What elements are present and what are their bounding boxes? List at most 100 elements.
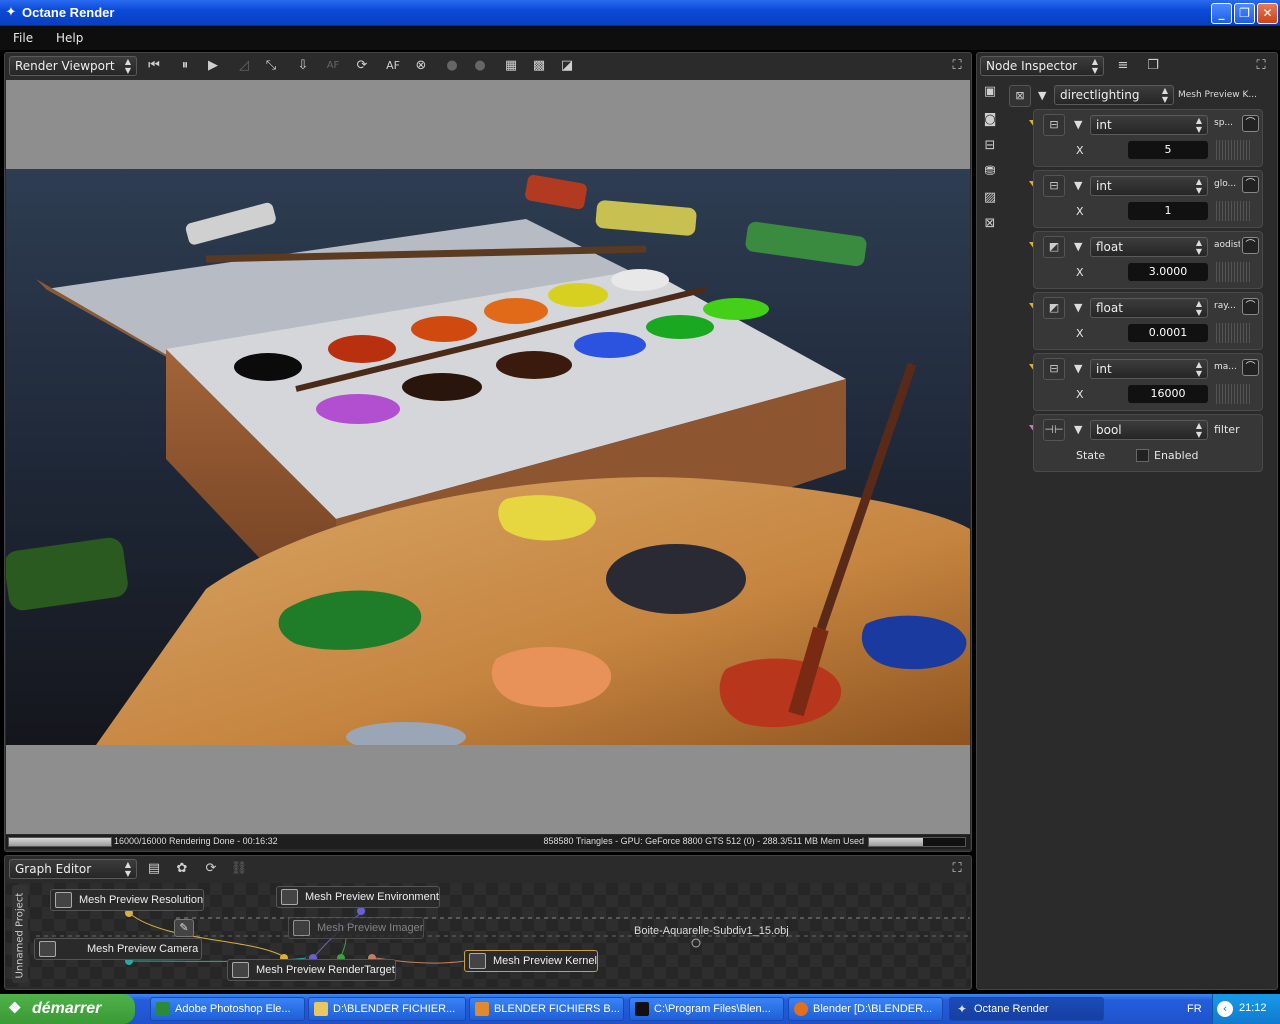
load-mesh-icon[interactable]: ▤ bbox=[144, 860, 164, 878]
pin-type-dropdown[interactable]: int ▲ ▼ bbox=[1090, 115, 1208, 135]
viewport-mode-dropdown[interactable]: Render Viewport ▲ ▼ bbox=[9, 56, 137, 76]
curve-edit-icon[interactable]: ⌒ bbox=[1242, 298, 1259, 315]
minimize-button[interactable]: _ bbox=[1211, 3, 1232, 24]
collapse-triangle-icon[interactable]: ▼ bbox=[1038, 89, 1046, 102]
paint-node-icon[interactable]: ✎ bbox=[174, 919, 194, 937]
node-environment[interactable]: Mesh Preview Environment bbox=[276, 886, 440, 908]
node-resolution-label: Mesh Preview Resolution bbox=[79, 894, 204, 906]
maximize-panel-icon[interactable]: ⛶ bbox=[947, 860, 967, 878]
graph-mode-dropdown[interactable]: Graph Editor ▲ ▼ bbox=[9, 859, 137, 879]
pin-value-field[interactable]: 16000 bbox=[1128, 385, 1208, 403]
tray-expand-icon[interactable]: ‹ bbox=[1217, 1001, 1233, 1017]
value-slider[interactable] bbox=[1216, 140, 1252, 160]
node-rendertarget[interactable]: Mesh Preview RenderTarget bbox=[227, 959, 396, 981]
octane-app-icon: ✦ bbox=[5, 5, 17, 20]
task-folder-1[interactable]: D:\BLENDER FICHIER... bbox=[308, 997, 466, 1021]
collapse-triangle-icon[interactable]: ▼ bbox=[1074, 179, 1082, 192]
pin-value-field[interactable]: 1 bbox=[1128, 202, 1208, 220]
collapse-triangle-icon[interactable]: ▼ bbox=[1074, 301, 1082, 314]
autofocus-off-icon[interactable]: AF bbox=[323, 57, 343, 75]
camera-icon[interactable]: ◙ bbox=[980, 111, 1000, 129]
imager-icon[interactable]: ▣ bbox=[980, 83, 1000, 101]
collapse-triangle-icon[interactable]: ▼ bbox=[1074, 362, 1082, 375]
window-stack-icon[interactable]: ❐ bbox=[1143, 57, 1163, 75]
paint-node-icon[interactable]: ✿ bbox=[172, 860, 192, 878]
sphere-icon-2[interactable]: ● bbox=[470, 57, 490, 75]
updown-arrows-icon: ▲ ▼ bbox=[124, 860, 131, 878]
kernel-type-dropdown[interactable]: directlighting ▲ ▼ bbox=[1054, 85, 1174, 105]
task-octane[interactable]: ✦ Octane Render bbox=[949, 997, 1104, 1021]
restart-render-icon[interactable]: ⏮ bbox=[144, 57, 164, 75]
pin-box: ⊟ ▼ int ▲ ▼ glo... ⌒ X 1 bbox=[1033, 170, 1263, 228]
menu-file[interactable]: File bbox=[13, 31, 33, 45]
grid-quarter-icon[interactable]: ◪ bbox=[557, 57, 577, 75]
enabled-checkbox[interactable] bbox=[1136, 449, 1149, 462]
node-camera[interactable]: Mesh Preview Camera bbox=[34, 938, 202, 960]
graph-canvas[interactable]: Unnamed Project Mesh Preview Resolution … bbox=[6, 883, 970, 987]
collapse-triangle-icon[interactable]: ▼ bbox=[1074, 118, 1082, 131]
pin-type-icon: ⊟ bbox=[1043, 175, 1065, 197]
collapse-all-icon[interactable]: ≡ bbox=[1113, 57, 1133, 75]
task-cmd[interactable]: C:\Program Files\Blen... bbox=[629, 997, 784, 1021]
export-image-icon[interactable]: ⇩ bbox=[293, 57, 313, 75]
maximize-button[interactable]: ❐ bbox=[1234, 3, 1255, 24]
checker-icon[interactable]: ▩ bbox=[529, 57, 549, 75]
start-button[interactable]: ❖ démarrer bbox=[0, 994, 135, 1024]
kernel-node-icon[interactable]: ⊠ bbox=[1009, 85, 1031, 107]
curve-edit-icon[interactable]: ⌒ bbox=[1242, 237, 1259, 254]
refresh-graph-icon[interactable]: ⟳ bbox=[201, 860, 221, 878]
pin-value-label: X bbox=[1076, 205, 1084, 218]
ruler-icon[interactable]: ◿ bbox=[234, 57, 254, 75]
kernel-node-name: Mesh Preview K... bbox=[1178, 90, 1257, 100]
stereo-glasses-icon[interactable]: ⊗ bbox=[411, 57, 431, 75]
pin-value-field[interactable]: 3.0000 bbox=[1128, 263, 1208, 281]
kernel-icon bbox=[469, 953, 486, 969]
pin-value-field[interactable]: 0.0001 bbox=[1128, 324, 1208, 342]
value-slider[interactable] bbox=[1216, 384, 1252, 404]
link-node-icon[interactable]: ⛓ bbox=[229, 860, 249, 878]
pin-name: ma... bbox=[1214, 362, 1237, 372]
mesh-node-label[interactable]: Boite-Aquarelle-Subdiv1_15.obj bbox=[634, 925, 789, 937]
pin-type-dropdown[interactable]: float ▲ ▼ bbox=[1090, 298, 1208, 318]
fit-zoom-icon[interactable]: ⤡ bbox=[261, 57, 281, 75]
collapse-triangle-icon[interactable]: ▼ bbox=[1074, 240, 1082, 253]
language-indicator[interactable]: FR bbox=[1187, 1003, 1202, 1015]
collapse-triangle-icon[interactable]: ▼ bbox=[1074, 423, 1082, 436]
close-button[interactable]: ✕ bbox=[1257, 3, 1278, 24]
play-render-icon[interactable]: ▶ bbox=[203, 57, 223, 75]
inspector-mode-dropdown[interactable]: Node Inspector ▲ ▼ bbox=[980, 56, 1104, 76]
pause-render-icon[interactable]: ⏸ bbox=[175, 57, 195, 75]
value-slider[interactable] bbox=[1216, 262, 1252, 282]
environment-icon[interactable]: ⛃ bbox=[980, 163, 1000, 181]
node-kernel[interactable]: Mesh Preview Kernel bbox=[464, 950, 598, 972]
rendertarget-icon[interactable]: ▨ bbox=[980, 189, 1000, 207]
node-imager[interactable]: Mesh Preview Imager bbox=[288, 917, 425, 939]
value-slider[interactable] bbox=[1216, 201, 1252, 221]
task-blender[interactable]: Blender [D:\BLENDER... bbox=[788, 997, 943, 1021]
pin-type-dropdown[interactable]: int ▲ ▼ bbox=[1090, 176, 1208, 196]
sphere-icon-1[interactable]: ● bbox=[442, 57, 462, 75]
curve-edit-icon[interactable]: ⌒ bbox=[1242, 115, 1259, 132]
node-resolution[interactable]: Mesh Preview Resolution bbox=[50, 889, 205, 911]
windows-logo-icon: ❖ bbox=[8, 1000, 22, 1017]
curve-edit-icon[interactable]: ⌒ bbox=[1242, 176, 1259, 193]
pin-value-field[interactable]: 5 bbox=[1128, 141, 1208, 159]
resolution-icon[interactable]: ⊟ bbox=[980, 137, 1000, 155]
render-viewport[interactable] bbox=[6, 80, 970, 834]
maximize-panel-icon[interactable]: ⛶ bbox=[1251, 57, 1271, 75]
task-folder-2[interactable]: BLENDER FICHIERS B... bbox=[469, 997, 624, 1021]
kernel-icon[interactable]: ⊠ bbox=[980, 215, 1000, 233]
node-kernel-label: Mesh Preview Kernel bbox=[493, 955, 597, 967]
updown-arrows-icon: ▲ ▼ bbox=[1195, 116, 1202, 134]
bool-type-dropdown[interactable]: bool ▲ ▼ bbox=[1090, 420, 1208, 440]
pin-type-dropdown[interactable]: int ▲ ▼ bbox=[1090, 359, 1208, 379]
maximize-panel-icon[interactable]: ⛶ bbox=[947, 57, 967, 75]
value-slider[interactable] bbox=[1216, 323, 1252, 343]
refresh-icon[interactable]: ⟳ bbox=[352, 57, 372, 75]
task-photoshop[interactable]: Adobe Photoshop Ele... bbox=[150, 997, 305, 1021]
region-box-icon[interactable]: ▦ bbox=[501, 57, 521, 75]
menu-help[interactable]: Help bbox=[56, 31, 83, 45]
curve-edit-icon[interactable]: ⌒ bbox=[1242, 359, 1259, 376]
autofocus-button[interactable]: AF bbox=[383, 57, 403, 75]
pin-type-dropdown[interactable]: float ▲ ▼ bbox=[1090, 237, 1208, 257]
